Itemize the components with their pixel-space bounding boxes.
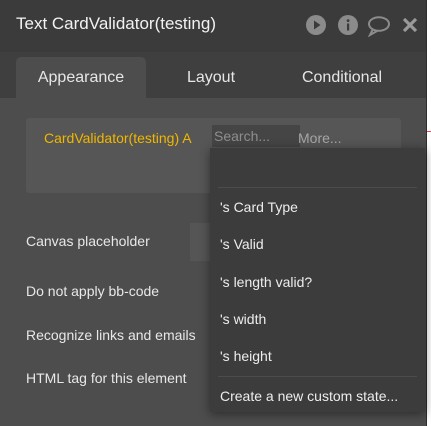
property-editor-panel: Text CardValidator(testing) Appearance L… [0, 0, 427, 426]
tab-conditional[interactable]: Conditional [284, 57, 400, 98]
canvas-placeholder-label: Canvas placeholder [26, 233, 150, 249]
dropdown-item-width[interactable]: 's width [220, 311, 266, 327]
close-icon[interactable] [401, 16, 419, 34]
panel-title: Text CardValidator(testing) [16, 14, 216, 33]
tab-layout[interactable]: Layout [170, 57, 252, 98]
expression-text[interactable]: CardValidator(testing) A [44, 130, 212, 146]
dropdown-divider [218, 376, 417, 377]
tab-appearance[interactable]: Appearance [16, 57, 146, 98]
play-icon[interactable] [306, 15, 326, 35]
dropdown-divider [218, 187, 417, 188]
dropdown-item-valid[interactable]: 's Valid [220, 236, 264, 252]
info-icon[interactable] [338, 15, 358, 35]
dropdown-item-height[interactable]: 's height [220, 348, 272, 364]
no-bbcode-label: Do not apply bb-code [26, 283, 160, 299]
dropdown-item-card-type[interactable]: 's Card Type [220, 199, 298, 215]
recognize-links-label: Recognize links and emails [26, 327, 196, 343]
dropdown-item-length-valid[interactable]: 's length valid? [220, 274, 312, 290]
expression-dropdown-menu: 's Card Type 's Valid 's length valid? '… [210, 148, 425, 412]
tab-bar: Appearance Layout Conditional [0, 52, 426, 98]
comment-icon[interactable] [366, 15, 392, 38]
create-custom-state-item[interactable]: Create a new custom state... [220, 388, 398, 404]
html-tag-label: HTML tag for this element [26, 370, 187, 386]
expression-search-input[interactable] [212, 125, 300, 147]
more-link[interactable]: More... [298, 130, 342, 146]
panel-header: Text CardValidator(testing) [0, 0, 426, 52]
